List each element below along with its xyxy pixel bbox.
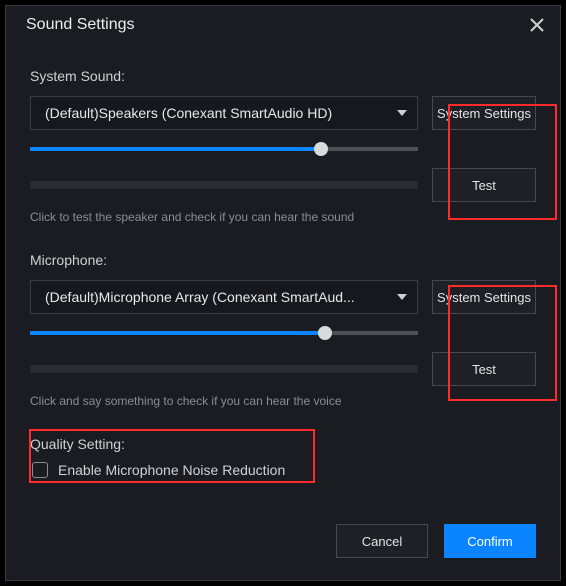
system-sound-level-meter xyxy=(30,181,418,189)
sound-settings-dialog: Sound Settings System Sound: (Default)Sp… xyxy=(5,5,561,581)
system-sound-test-button[interactable]: Test xyxy=(432,168,536,202)
chevron-down-icon xyxy=(397,110,407,116)
slider-fill xyxy=(30,331,325,335)
system-sound-volume-slider[interactable] xyxy=(30,140,418,158)
microphone-selected-option: (Default)Microphone Array (Conexant Smar… xyxy=(45,289,355,305)
close-icon xyxy=(530,18,544,32)
enable-noise-reduction-checkbox-row[interactable]: Enable Microphone Noise Reduction xyxy=(30,460,536,478)
close-button[interactable] xyxy=(528,16,546,34)
titlebar: Sound Settings xyxy=(6,6,560,44)
system-sound-device-select[interactable]: (Default)Speakers (Conexant SmartAudio H… xyxy=(30,96,418,130)
microphone-device-select[interactable]: (Default)Microphone Array (Conexant Smar… xyxy=(30,280,418,314)
dialog-title: Sound Settings xyxy=(26,16,135,34)
system-sound-system-settings-button[interactable]: System Settings xyxy=(432,96,536,130)
system-sound-selected-option: (Default)Speakers (Conexant SmartAudio H… xyxy=(45,105,332,121)
slider-thumb[interactable] xyxy=(318,326,332,340)
slider-thumb[interactable] xyxy=(314,142,328,156)
confirm-button[interactable]: Confirm xyxy=(444,524,536,558)
cancel-button[interactable]: Cancel xyxy=(336,524,428,558)
system-sound-label: System Sound: xyxy=(30,68,536,84)
enable-noise-reduction-checkbox[interactable] xyxy=(32,462,48,478)
microphone-volume-slider[interactable] xyxy=(30,324,418,342)
dialog-content: System Sound: (Default)Speakers (Conexan… xyxy=(6,44,560,478)
quality-setting-label: Quality Setting: xyxy=(30,436,536,452)
microphone-hint: Click and say something to check if you … xyxy=(30,394,536,408)
microphone-test-button[interactable]: Test xyxy=(432,352,536,386)
system-sound-hint: Click to test the speaker and check if y… xyxy=(30,210,536,224)
enable-noise-reduction-label: Enable Microphone Noise Reduction xyxy=(58,462,285,478)
microphone-level-meter xyxy=(30,365,418,373)
microphone-system-settings-button[interactable]: System Settings xyxy=(432,280,536,314)
chevron-down-icon xyxy=(397,294,407,300)
microphone-label: Microphone: xyxy=(30,252,536,268)
dialog-footer: Cancel Confirm xyxy=(336,524,536,558)
slider-fill xyxy=(30,147,321,151)
